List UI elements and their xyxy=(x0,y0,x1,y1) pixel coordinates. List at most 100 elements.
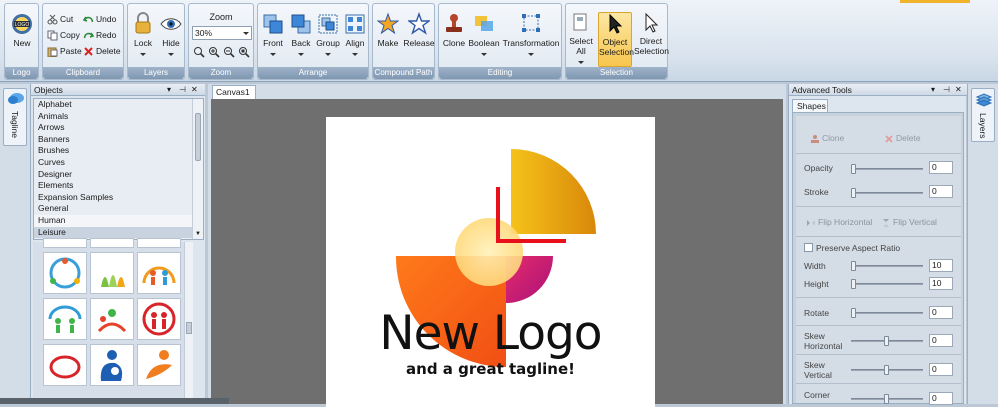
skew-vertical-slider[interactable] xyxy=(851,365,923,375)
width-slider[interactable] xyxy=(851,261,923,271)
tagline-tab[interactable]: Tagline xyxy=(3,88,27,146)
thumb-partial-1[interactable] xyxy=(43,238,87,248)
category-item[interactable]: Animals xyxy=(34,111,192,123)
direct-selection-button[interactable]: Direct Selection xyxy=(634,12,669,56)
opacity-slider-knob[interactable] xyxy=(851,164,856,174)
category-item[interactable]: Brushes xyxy=(34,145,192,157)
scroll-down-icon[interactable]: ▼ xyxy=(195,231,201,237)
height-input[interactable]: 10 xyxy=(929,277,953,290)
shapes-tab-body: Clone Delete Opacity 0 Stroke 0 Flip Hor… xyxy=(792,112,964,405)
align-button[interactable]: Align xyxy=(342,12,368,58)
category-item[interactable]: Human xyxy=(34,214,192,227)
bottom-scroll-strip[interactable] xyxy=(0,398,229,404)
height-slider[interactable] xyxy=(851,279,923,289)
cut-button[interactable]: Cut xyxy=(47,12,73,27)
width-input[interactable]: 10 xyxy=(929,259,953,272)
rotate-slider[interactable] xyxy=(851,308,923,318)
category-item[interactable]: General xyxy=(34,203,192,215)
skew-vertical-input[interactable]: 0 xyxy=(929,363,953,376)
corner-slider[interactable] xyxy=(851,394,923,404)
thumb-red-circle-family[interactable] xyxy=(137,298,181,340)
opacity-input[interactable]: 0 xyxy=(929,161,953,174)
thumb-blue-mother[interactable] xyxy=(90,344,134,386)
pin-icon[interactable]: ⊣ xyxy=(179,84,186,96)
rotate-slider-knob[interactable] xyxy=(851,308,856,318)
redo-button[interactable]: Redo xyxy=(83,28,116,43)
boolean-button[interactable]: Boolean xyxy=(468,12,500,58)
release-button[interactable]: Release xyxy=(403,12,435,48)
new-button[interactable]: LOGO New xyxy=(7,12,37,48)
select-all-button[interactable]: Select All xyxy=(568,12,594,66)
tools-close-icon[interactable]: ✕ xyxy=(955,84,962,96)
undo-button[interactable]: Undo xyxy=(82,12,116,27)
close-icon[interactable]: ✕ xyxy=(191,84,198,96)
thumb-figures[interactable] xyxy=(90,252,134,294)
thumb-red-ring[interactable] xyxy=(43,344,87,386)
category-scroll-thumb[interactable] xyxy=(195,113,201,161)
group-button[interactable]: Group xyxy=(314,12,342,58)
zoom-in-icon[interactable] xyxy=(208,46,220,60)
clone-button[interactable]: Clone xyxy=(441,12,467,48)
hide-button[interactable]: Hide xyxy=(158,12,184,58)
category-item[interactable]: Banners xyxy=(34,134,192,146)
layers-tab[interactable]: Layers xyxy=(971,88,995,142)
skew-horizontal-knob[interactable] xyxy=(884,336,889,346)
tab-canvas1[interactable]: Canvas1 xyxy=(212,85,256,99)
object-selection-button[interactable]: Object Selection xyxy=(598,12,634,67)
logo-title-text: New Logo xyxy=(379,306,602,361)
thumb-orange-figure[interactable] xyxy=(137,344,181,386)
preserve-aspect-checkbox[interactable] xyxy=(804,243,813,252)
thumb-people-circle[interactable] xyxy=(43,252,87,294)
thumb-partial-2[interactable] xyxy=(90,238,134,248)
copy-button[interactable]: Copy xyxy=(47,28,80,43)
canvas-page[interactable]: New Logo and a great tagline! xyxy=(326,117,655,407)
thumb-scrollbar[interactable] xyxy=(184,242,193,404)
skew-vertical-knob[interactable] xyxy=(884,365,889,375)
category-item[interactable]: Designer xyxy=(34,169,192,181)
category-item[interactable]: Leisure xyxy=(34,226,192,239)
width-slider-knob[interactable] xyxy=(851,261,856,271)
tab-shapes[interactable]: Shapes xyxy=(792,99,828,112)
shape-clone-button[interactable]: Clone xyxy=(810,131,844,146)
stroke-slider-knob[interactable] xyxy=(851,188,856,198)
thumb-partial-3[interactable] xyxy=(137,238,181,248)
thumb-star-people[interactable] xyxy=(90,298,134,340)
category-scrollbar[interactable]: ▼ xyxy=(192,99,203,239)
thumb-scroll-thumb[interactable] xyxy=(186,322,192,334)
corner-slider-knob[interactable] xyxy=(884,394,889,404)
category-item[interactable]: Expansion Samples xyxy=(34,192,192,204)
corner-input[interactable]: 0 xyxy=(929,392,953,405)
flip-vertical-button[interactable]: Flip Vertical xyxy=(881,215,937,230)
height-slider-knob[interactable] xyxy=(851,279,856,289)
tools-dropdown-icon[interactable]: ▾ xyxy=(931,84,935,96)
delete-button[interactable]: Delete xyxy=(83,44,121,59)
thumb-family-umbrella[interactable] xyxy=(43,298,87,340)
skew-horizontal-input[interactable]: 0 xyxy=(929,334,953,347)
opacity-slider[interactable] xyxy=(851,164,923,174)
category-item[interactable]: Alphabet xyxy=(34,99,192,111)
make-button[interactable]: Make xyxy=(375,12,401,48)
lock-button[interactable]: Lock xyxy=(131,12,155,58)
rotate-input[interactable]: 0 xyxy=(929,306,953,319)
front-button[interactable]: Front xyxy=(260,12,286,58)
paste-button[interactable]: Paste xyxy=(47,44,82,59)
svg-text:LOGO: LOGO xyxy=(15,22,30,28)
shape-delete-button[interactable]: Delete xyxy=(884,131,921,146)
category-item[interactable]: Elements xyxy=(34,180,192,192)
boolean-shapes-icon xyxy=(475,16,493,31)
category-item[interactable]: Arrows xyxy=(34,122,192,134)
tools-pin-icon[interactable]: ⊣ xyxy=(943,84,950,96)
category-item[interactable]: Curves xyxy=(34,157,192,169)
skew-horizontal-slider[interactable] xyxy=(851,336,923,346)
panel-dropdown-icon[interactable]: ▾ xyxy=(167,84,171,96)
zoom-out-icon[interactable] xyxy=(223,46,235,60)
zoom-fit-icon[interactable] xyxy=(193,46,205,60)
transformation-button[interactable]: Transformation xyxy=(501,12,561,58)
zoom-combo[interactable]: 30% xyxy=(192,26,252,40)
stroke-input[interactable]: 0 xyxy=(929,185,953,198)
zoom-actual-icon[interactable] xyxy=(238,46,250,60)
back-button[interactable]: Back xyxy=(288,12,314,58)
stroke-slider[interactable] xyxy=(851,188,923,198)
flip-horizontal-button[interactable]: Flip Horizontal xyxy=(806,215,872,230)
thumb-family-arch[interactable] xyxy=(137,252,181,294)
